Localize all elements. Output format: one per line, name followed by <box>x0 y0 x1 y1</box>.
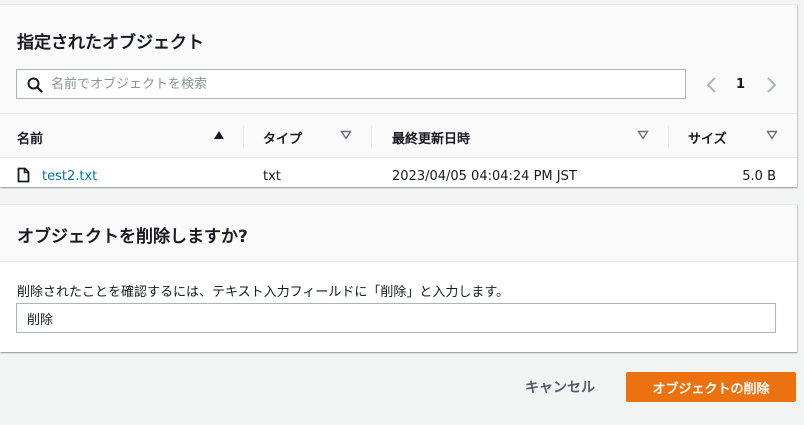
object-search-input[interactable] <box>51 70 671 98</box>
sort-descending-icon[interactable] <box>637 130 649 140</box>
file-icon <box>17 167 30 183</box>
sort-descending-icon[interactable] <box>766 130 778 140</box>
sort-ascending-icon[interactable] <box>213 130 225 140</box>
chevron-right-icon[interactable] <box>763 76 779 94</box>
column-header-name[interactable]: 名前 <box>0 114 243 158</box>
table-row: test2.txt txt 2023/04/05 04:04:24 PM JST… <box>0 159 797 188</box>
column-header-last-modified[interactable]: 最終更新日時 <box>371 114 668 158</box>
current-page-number[interactable]: 1 <box>736 77 745 92</box>
delete-confirm-panel: オブジェクトを削除しますか? 削除されたことを確認するには、テキスト入力フィール… <box>0 204 797 352</box>
object-name-link[interactable]: test2.txt <box>42 169 97 184</box>
column-label-name: 名前 <box>17 132 44 147</box>
pagination: 1 <box>700 73 790 97</box>
column-separator <box>668 126 669 148</box>
object-last-modified: 2023/04/05 04:04:24 PM JST <box>392 169 577 184</box>
objects-panel-title: 指定されたオブジェクト <box>17 33 204 53</box>
objects-table-header: 名前 タイプ 最終更新日時 サイズ <box>0 114 797 158</box>
column-label-type: タイプ <box>263 132 303 147</box>
specified-objects-panel: 指定されたオブジェクト 1 名前 タイプ <box>0 4 797 187</box>
column-header-type[interactable]: タイプ <box>243 114 371 158</box>
delete-objects-button[interactable]: オブジェクトの削除 <box>626 372 796 402</box>
sort-descending-icon[interactable] <box>340 130 352 140</box>
column-separator <box>243 126 244 148</box>
object-type: txt <box>263 169 281 184</box>
column-header-size[interactable]: サイズ <box>668 114 797 158</box>
object-search-box[interactable] <box>16 69 686 99</box>
column-separator <box>371 126 372 148</box>
object-size: 5.0 B <box>742 169 776 184</box>
search-icon <box>27 77 43 93</box>
confirm-panel-title: オブジェクトを削除しますか? <box>17 227 248 247</box>
column-label-size: サイズ <box>688 132 727 147</box>
column-label-last-modified: 最終更新日時 <box>392 132 471 147</box>
delete-confirm-input[interactable] <box>16 303 776 333</box>
cancel-button[interactable]: キャンセル <box>512 373 608 401</box>
chevron-left-icon[interactable] <box>704 76 720 94</box>
confirm-instruction: 削除されたことを確認するには、テキスト入力フィールドに「削除」と入力します。 <box>17 285 510 300</box>
